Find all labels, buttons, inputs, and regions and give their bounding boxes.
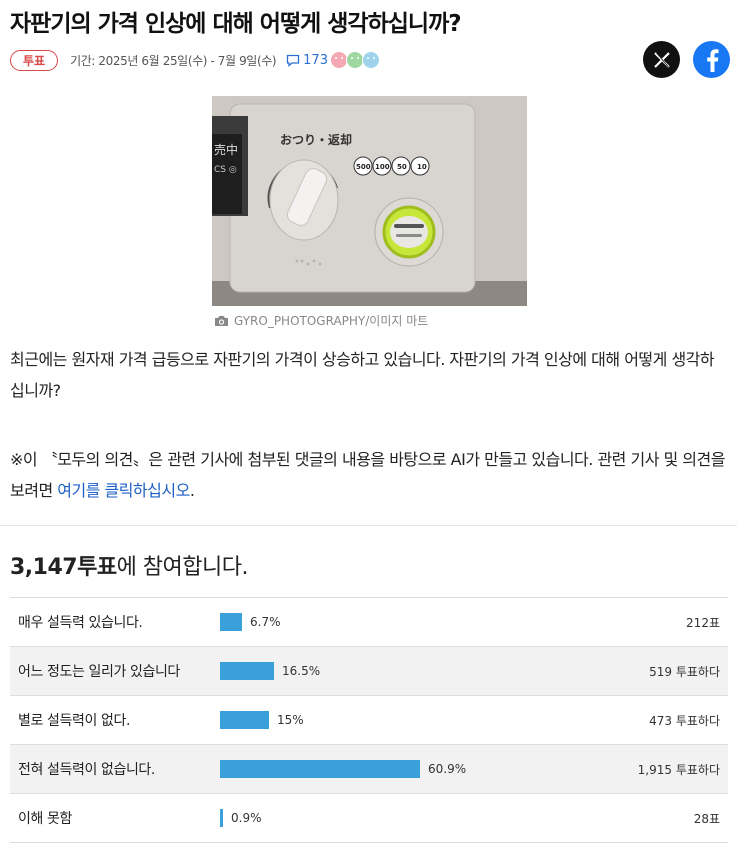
share-x-button[interactable] <box>643 41 680 78</box>
reaction-faces[interactable] <box>329 51 380 69</box>
poll-option-percent: 16.5% <box>282 664 321 678</box>
poll-meta: 투표 기간: 2025년 6월 25일(수) - 7월 9일(수) 173 <box>10 49 380 71</box>
article-photo: 売中 CS ◎ おつり・返却 500 100 50 10 <box>212 96 527 306</box>
comment-count: 173 <box>303 52 328 68</box>
vote-total-unit: 투표 <box>77 555 117 580</box>
poll-option-label: 이해 못함 <box>18 811 72 827</box>
vote-total-heading: 3,147투표에 참여합니다. <box>10 549 249 581</box>
photo-credit-text: GYRO_PHOTOGRAPHY/이미지 마트 <box>234 314 429 328</box>
poll-result-bar <box>220 711 269 729</box>
vote-total-count: 3,147 <box>10 555 78 580</box>
poll-option-row: 매우 설득력 있습니다. 6.7% 212표 <box>10 598 728 647</box>
poll-result-bar <box>220 662 274 680</box>
poll-period: 기간: 2025년 6월 25일(수) - 7월 9일(수) <box>70 53 277 68</box>
poll-option-count: 1,915 투표하다 <box>637 762 720 777</box>
poll-result-bar <box>220 613 242 631</box>
photo-sign-text: おつり・返却 <box>280 132 352 147</box>
article-paragraph: 최근에는 원자재 가격 급등으로 자판기의 가격이 상승하고 있습니다. 자판기… <box>10 350 715 400</box>
poll-option-label: 별로 설득력이 없다. <box>18 713 130 729</box>
poll-option-row: 어느 정도는 일리가 있습니다 16.5% 519 투표하다 <box>10 647 728 696</box>
comment-icon <box>287 54 300 67</box>
poll-option-count: 212표 <box>686 615 720 630</box>
poll-option-label: 어느 정도는 일리가 있습니다 <box>18 664 180 680</box>
comment-link[interactable]: 173 <box>286 53 328 68</box>
photo-credit: GYRO_PHOTOGRAPHY/이미지 마트 <box>214 312 428 329</box>
poll-option-row: 이해 못함 0.9% 28표 <box>10 794 728 843</box>
svg-text:CS ◎: CS ◎ <box>214 165 237 175</box>
poll-option-label: 매우 설득력 있습니다. <box>18 615 143 631</box>
ai-note-suffix: . <box>189 481 195 500</box>
poll-option-label: 전혀 설득력이 없습니다. <box>18 762 155 778</box>
poll-option-row: 전혀 설득력이 없습니다. 60.9% 1,915 투표하다 <box>10 745 728 794</box>
coin-10-label: 10 <box>417 163 427 171</box>
poll-results: 매우 설득력 있습니다. 6.7% 212표 어느 정도는 일리가 있습니다 1… <box>10 597 728 843</box>
poll-option-percent: 60.9% <box>428 762 467 776</box>
poll-option-percent: 0.9% <box>231 811 262 825</box>
page-title: 자판기의 가격 인상에 대해 어떻게 생각하십니까? <box>10 11 462 37</box>
svg-text:売中: 売中 <box>214 142 238 157</box>
poll-option-count: 28표 <box>693 811 720 826</box>
poll-result-bar <box>220 809 223 827</box>
related-articles-link[interactable]: 여기를 클릭하십시오 <box>57 481 190 500</box>
coin-50-label: 50 <box>397 163 407 171</box>
vote-total-suffix: 에 참여합니다. <box>116 555 249 580</box>
coin-100-label: 100 <box>375 163 390 171</box>
poll-option-count: 519 투표하다 <box>649 664 720 679</box>
poll-result-bar <box>220 760 420 778</box>
ai-note: ※이 〝모두의 의견〟은 관련 기사에 첨부된 댓글의 내용을 바탕으로 AI가… <box>10 444 728 506</box>
facebook-logo-icon <box>706 48 718 72</box>
poll-option-count: 473 투표하다 <box>649 713 720 728</box>
poll-option-row: 별로 설득력이 없다. 15% 473 투표하다 <box>10 696 728 745</box>
reaction-face-icon <box>361 51 380 69</box>
coin-500-label: 500 <box>356 163 371 171</box>
poll-badge: 투표 <box>10 49 59 71</box>
poll-option-percent: 15% <box>277 713 304 727</box>
x-logo-icon <box>653 51 670 68</box>
section-divider <box>0 525 737 526</box>
camera-icon <box>215 315 228 326</box>
poll-option-percent: 6.7% <box>250 615 281 629</box>
share-facebook-button[interactable] <box>693 41 730 78</box>
